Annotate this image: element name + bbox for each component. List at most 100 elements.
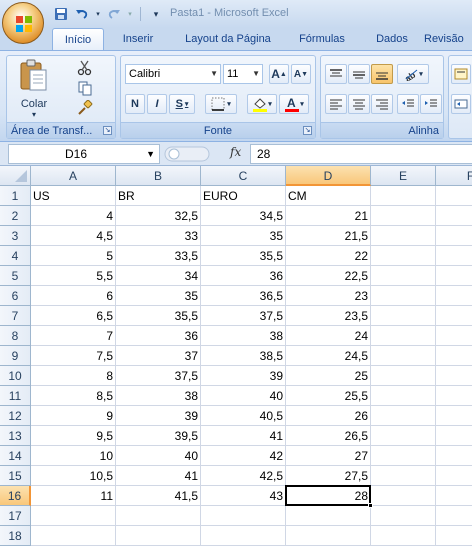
cell-d3[interactable]: 21,5 xyxy=(286,226,371,246)
cell-b10[interactable]: 37,5 xyxy=(116,366,201,386)
cell-c16[interactable]: 43 xyxy=(201,486,286,506)
cell-e3[interactable] xyxy=(371,226,436,246)
cell-e9[interactable] xyxy=(371,346,436,366)
cell-e12[interactable] xyxy=(371,406,436,426)
cell-c18[interactable] xyxy=(201,526,286,546)
undo-icon[interactable] xyxy=(73,5,91,23)
cell-d4[interactable]: 22 xyxy=(286,246,371,266)
cell-c3[interactable]: 35 xyxy=(201,226,286,246)
name-box[interactable]: D16 ▼ xyxy=(8,144,160,164)
align-top-button[interactable] xyxy=(325,64,347,84)
cell-c7[interactable]: 37,5 xyxy=(201,306,286,326)
cell-f15[interactable] xyxy=(436,466,472,486)
cell-c14[interactable]: 42 xyxy=(201,446,286,466)
font-color-button[interactable]: A ▾ xyxy=(279,94,309,114)
merge-center-button[interactable] xyxy=(451,94,471,114)
undo-dropdown-icon[interactable]: ▾ xyxy=(94,5,102,23)
cell-a2[interactable]: 4 xyxy=(31,206,116,226)
copy-icon[interactable] xyxy=(77,80,95,96)
cell-e2[interactable] xyxy=(371,206,436,226)
column-header-e[interactable]: E xyxy=(371,166,436,186)
redo-dropdown-icon[interactable]: ▾ xyxy=(126,5,134,23)
cell-f18[interactable] xyxy=(436,526,472,546)
tab-revisao[interactable]: Revisão xyxy=(424,28,472,50)
cell-c2[interactable]: 34,5 xyxy=(201,206,286,226)
align-left-button[interactable] xyxy=(325,94,347,114)
borders-button[interactable]: ▾ xyxy=(205,94,237,114)
cell-a9[interactable]: 7,5 xyxy=(31,346,116,366)
office-button[interactable] xyxy=(2,2,44,44)
cell-a17[interactable] xyxy=(31,506,116,526)
cell-d2[interactable]: 21 xyxy=(286,206,371,226)
align-middle-button[interactable] xyxy=(348,64,370,84)
row-header-9[interactable]: 9 xyxy=(0,346,31,366)
cell-f17[interactable] xyxy=(436,506,472,526)
wrap-text-button[interactable] xyxy=(451,64,471,84)
cell-f7[interactable] xyxy=(436,306,472,326)
cell-c15[interactable]: 42,5 xyxy=(201,466,286,486)
formula-input[interactable]: 28 xyxy=(250,144,472,164)
cell-b13[interactable]: 39,5 xyxy=(116,426,201,446)
cell-e5[interactable] xyxy=(371,266,436,286)
cell-c9[interactable]: 38,5 xyxy=(201,346,286,366)
cell-f8[interactable] xyxy=(436,326,472,346)
brush-icon[interactable] xyxy=(77,99,95,116)
cell-f1[interactable] xyxy=(436,186,472,206)
cell-f5[interactable] xyxy=(436,266,472,286)
decrease-indent-button[interactable] xyxy=(397,94,419,114)
insert-function-button[interactable]: fx xyxy=(230,145,241,159)
grow-font-button[interactable]: A ▲ xyxy=(269,64,289,84)
cell-b8[interactable]: 36 xyxy=(116,326,201,346)
cell-d16[interactable]: 28 xyxy=(286,486,371,506)
cell-b2[interactable]: 32,5 xyxy=(116,206,201,226)
column-header-a[interactable]: A xyxy=(31,166,116,186)
cell-b3[interactable]: 33 xyxy=(116,226,201,246)
cell-e4[interactable] xyxy=(371,246,436,266)
column-header-d[interactable]: D xyxy=(286,166,371,186)
cell-c4[interactable]: 35,5 xyxy=(201,246,286,266)
italic-button[interactable]: I xyxy=(147,94,167,114)
cell-b15[interactable]: 41 xyxy=(116,466,201,486)
column-header-f[interactable]: F xyxy=(436,166,472,186)
cell-b12[interactable]: 39 xyxy=(116,406,201,426)
cell-e7[interactable] xyxy=(371,306,436,326)
cell-d7[interactable]: 23,5 xyxy=(286,306,371,326)
cell-a3[interactable]: 4,5 xyxy=(31,226,116,246)
cell-a12[interactable]: 9 xyxy=(31,406,116,426)
cell-c8[interactable]: 38 xyxy=(201,326,286,346)
cell-a5[interactable]: 5,5 xyxy=(31,266,116,286)
row-header-12[interactable]: 12 xyxy=(0,406,31,426)
cell-c11[interactable]: 40 xyxy=(201,386,286,406)
formula-bar-splitter-icon[interactable] xyxy=(164,144,212,164)
cell-a18[interactable] xyxy=(31,526,116,546)
cell-b18[interactable] xyxy=(116,526,201,546)
customize-qat-icon[interactable]: ▾ xyxy=(147,5,165,23)
cell-d13[interactable]: 26,5 xyxy=(286,426,371,446)
font-name-combo[interactable]: Calibri ▼ xyxy=(125,64,221,84)
row-header-1[interactable]: 1 xyxy=(0,186,31,206)
tab-formulas[interactable]: Fórmulas xyxy=(288,28,356,50)
shrink-font-button[interactable]: A ▼ xyxy=(291,64,311,84)
row-header-7[interactable]: 7 xyxy=(0,306,31,326)
cell-f9[interactable] xyxy=(436,346,472,366)
cell-a16[interactable]: 11 xyxy=(31,486,116,506)
cell-d14[interactable]: 27 xyxy=(286,446,371,466)
increase-indent-button[interactable] xyxy=(420,94,442,114)
cell-c17[interactable] xyxy=(201,506,286,526)
scissors-icon[interactable] xyxy=(77,60,95,76)
cell-c12[interactable]: 40,5 xyxy=(201,406,286,426)
cell-d11[interactable]: 25,5 xyxy=(286,386,371,406)
cell-c10[interactable]: 39 xyxy=(201,366,286,386)
row-header-6[interactable]: 6 xyxy=(0,286,31,306)
cell-f11[interactable] xyxy=(436,386,472,406)
cell-f4[interactable] xyxy=(436,246,472,266)
cell-d8[interactable]: 24 xyxy=(286,326,371,346)
cell-a15[interactable]: 10,5 xyxy=(31,466,116,486)
cell-f14[interactable] xyxy=(436,446,472,466)
cell-e11[interactable] xyxy=(371,386,436,406)
tab-dados[interactable]: Dados xyxy=(364,28,420,50)
cell-a8[interactable]: 7 xyxy=(31,326,116,346)
cell-a11[interactable]: 8,5 xyxy=(31,386,116,406)
font-launcher-icon[interactable]: ↘ xyxy=(303,126,312,135)
row-header-17[interactable]: 17 xyxy=(0,506,31,526)
